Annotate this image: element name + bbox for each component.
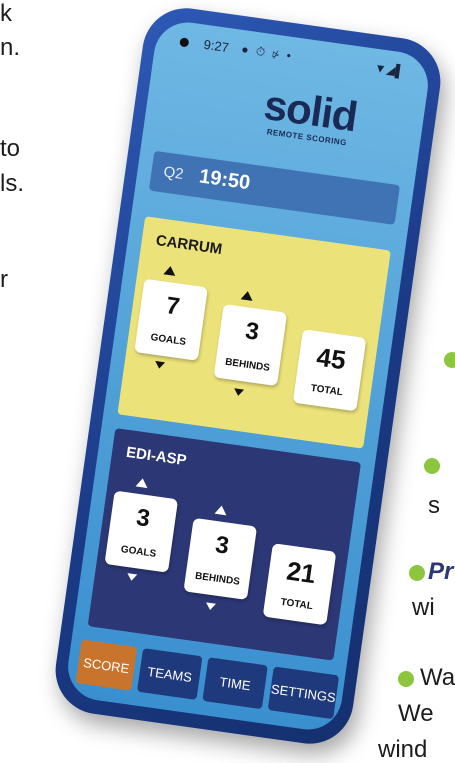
behinds-decrement-icon[interactable] — [205, 602, 216, 611]
goals-increment-icon[interactable] — [135, 477, 149, 489]
behinds-decrement-icon[interactable] — [233, 388, 245, 397]
tab-teams[interactable]: TEAMS — [136, 648, 203, 700]
bg-text-fragment: to — [0, 135, 21, 162]
bullet-dot-icon — [409, 565, 425, 581]
bg-text-fragment: ls. — [0, 170, 24, 197]
game-clock-bar[interactable]: Q2 19:50 — [148, 150, 401, 225]
bg-text-fragment: We — [398, 700, 434, 727]
goals-value: 3 — [134, 503, 152, 533]
phone-frame: 9:27 ● ⏱ ⋫ • ▼◢▌ solid REMOTE SCORING Q2… — [49, 2, 447, 750]
behinds-value: 3 — [243, 317, 261, 346]
behinds-increment-icon[interactable] — [240, 290, 254, 301]
goals-decrement-icon[interactable] — [154, 360, 166, 370]
quarter-label: Q2 — [162, 163, 185, 183]
behinds-label: BEHINDS — [194, 570, 241, 588]
total-box: 21 TOTAL — [262, 543, 337, 626]
tab-time[interactable]: TIME — [202, 657, 268, 710]
away-team-panel: EDI-ASP 3 GOALS 3 BEHINDS 21 TOTAL — [87, 428, 362, 661]
behinds-increment-icon[interactable] — [214, 504, 228, 516]
tab-settings[interactable]: SETTINGS — [267, 666, 340, 720]
bullet-dot-icon — [398, 671, 414, 687]
bg-text-fragment: r — [0, 266, 8, 293]
app-logo: solid REMOTE SCORING — [252, 81, 368, 150]
bullet-dot-icon — [444, 352, 455, 368]
home-team-name: CARRUM — [154, 231, 224, 259]
behinds-box: 3 BEHINDS — [183, 517, 258, 601]
total-box: 45 TOTAL — [292, 329, 367, 412]
goals-label: GOALS — [149, 332, 187, 348]
total-value: 45 — [314, 341, 348, 376]
bg-text-fragment: wind — [378, 736, 428, 763]
goals-box: 7 GOALS — [134, 278, 208, 361]
goals-box: 3 GOALS — [104, 490, 179, 573]
bg-text-fragment: Pr — [428, 558, 454, 585]
total-label: TOTAL — [279, 596, 314, 613]
bg-text-fragment: k — [0, 0, 12, 27]
status-time: 9:27 — [202, 36, 230, 56]
signal-battery-icon: ▼◢▌ — [373, 60, 405, 79]
bg-text-fragment: Wa — [420, 664, 455, 691]
clock-time: 19:50 — [197, 165, 252, 195]
goals-value: 7 — [164, 292, 182, 321]
bg-text-fragment: s — [428, 492, 440, 519]
total-label: TOTAL — [309, 382, 344, 399]
camera-icon — [179, 37, 190, 48]
bg-text-fragment: wi — [412, 594, 435, 621]
bullet-dot-icon — [424, 458, 440, 474]
goals-increment-icon[interactable] — [163, 265, 177, 276]
behinds-box: 3 BEHINDS — [213, 303, 288, 387]
total-value: 21 — [284, 555, 318, 590]
behinds-value: 3 — [213, 531, 231, 560]
bg-text-fragment: n. — [0, 34, 21, 61]
tab-score[interactable]: SCORE — [75, 639, 138, 691]
home-team-panel: CARRUM 7 GOALS 3 BEHINDS 45 TOTAL — [117, 216, 391, 449]
away-team-name: EDI-ASP — [125, 443, 188, 470]
status-icons: ● ⏱ ⋫ • — [240, 41, 294, 64]
goals-decrement-icon[interactable] — [126, 573, 138, 582]
app-screen: 9:27 ● ⏱ ⋫ • ▼◢▌ solid REMOTE SCORING Q2… — [63, 18, 433, 734]
behinds-label: BEHINDS — [224, 356, 271, 374]
goals-label: GOALS — [120, 544, 157, 560]
